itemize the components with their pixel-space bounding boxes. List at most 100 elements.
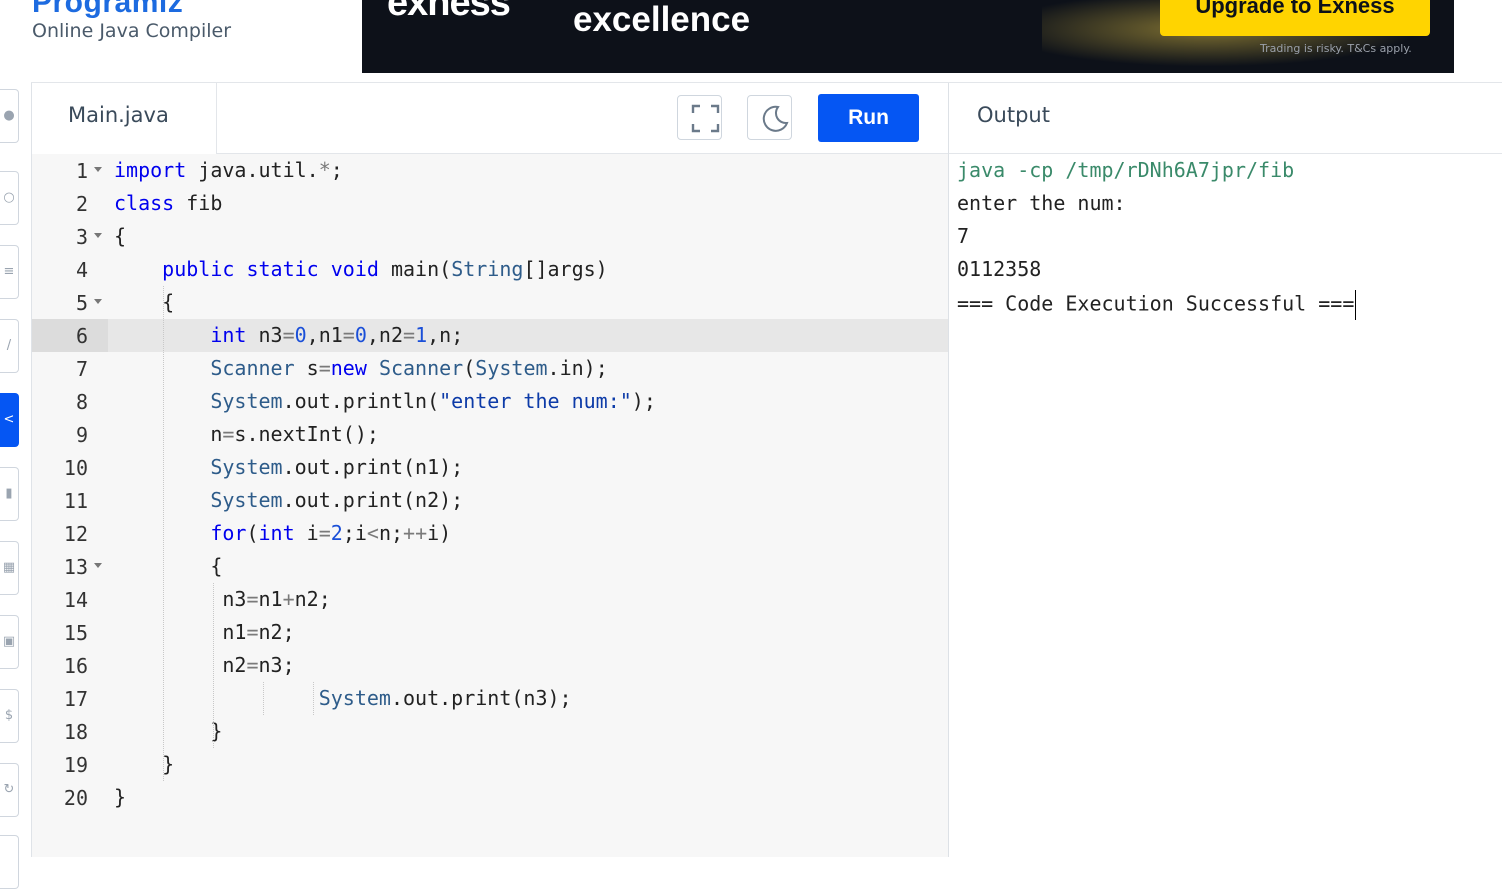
code-text: { bbox=[114, 554, 223, 578]
ad-disclaimer: Trading is risky. T&Cs apply. bbox=[1260, 42, 1412, 55]
code-line[interactable]: 16 n2=n3; bbox=[32, 649, 948, 682]
code-text: public static void main(String[]args) bbox=[162, 257, 608, 281]
line-number-label: 16 bbox=[63, 654, 88, 678]
code-line[interactable]: 13 { bbox=[32, 550, 948, 583]
code-line[interactable]: 5 { bbox=[32, 286, 948, 319]
text-cursor bbox=[1355, 290, 1357, 320]
code-line[interactable]: 6 int n3=0,n1=0,n2=1,n; bbox=[32, 319, 948, 352]
code-line[interactable]: 4 public static void main(String[]args) bbox=[32, 253, 948, 286]
line-number-label: 17 bbox=[63, 687, 88, 711]
line-number: 7 bbox=[32, 352, 108, 385]
line-number: 2 bbox=[32, 187, 108, 220]
line-number: 3 bbox=[32, 220, 108, 253]
output-status-line[interactable]: === Code Execution Successful === bbox=[957, 290, 1357, 320]
line-number: 6 bbox=[32, 319, 108, 352]
code-text: System.out.print(n1); bbox=[210, 455, 464, 479]
code-line[interactable]: 15 n1=n2; bbox=[32, 616, 948, 649]
file-icon[interactable]: ≡ bbox=[0, 245, 19, 299]
line-number-label: 14 bbox=[63, 588, 88, 612]
line-number-label: 10 bbox=[63, 456, 88, 480]
line-number: 9 bbox=[32, 418, 108, 451]
output-header: Output bbox=[949, 83, 1502, 154]
code-text: for(int i=2;i<n;++i) bbox=[210, 521, 452, 545]
indent-guide bbox=[263, 682, 264, 715]
output-line: 0112358 bbox=[957, 257, 1042, 281]
theme-toggle-button[interactable] bbox=[747, 95, 792, 140]
line-number-label: 19 bbox=[63, 753, 88, 777]
code-text: n2=n3; bbox=[114, 653, 295, 677]
code-text: System.out.print(n2); bbox=[210, 488, 464, 512]
code-line[interactable]: 1 import java.util.*; bbox=[32, 154, 948, 187]
ad-brand-logo: exness bbox=[387, 0, 511, 24]
python-icon[interactable]: ● bbox=[0, 89, 19, 143]
line-number: 12 bbox=[32, 517, 108, 550]
code-line[interactable]: 8 System.out.println("enter the num:"); bbox=[32, 385, 948, 418]
code-line[interactable]: 11 System.out.print(n2); bbox=[32, 484, 948, 517]
line-number-label: 20 bbox=[63, 786, 88, 810]
code-line[interactable]: 12 for(int i=2;i<n;++i) bbox=[32, 517, 948, 550]
line-number: 17 bbox=[32, 682, 108, 715]
fold-arrow-icon[interactable] bbox=[94, 233, 102, 238]
code-text: n=s.nextInt(); bbox=[114, 422, 379, 446]
code-line[interactable]: 9 n=s.nextInt(); bbox=[32, 418, 948, 451]
fold-arrow-icon[interactable] bbox=[94, 299, 102, 304]
code-line[interactable]: 17 System.out.print(n3); bbox=[32, 682, 948, 715]
ad-tagline: excellence bbox=[573, 0, 751, 39]
link-icon[interactable]: ↻ bbox=[0, 763, 19, 817]
edit-icon[interactable]: / bbox=[0, 319, 19, 373]
code-icon[interactable]: ▮ bbox=[0, 467, 19, 521]
line-number-label: 12 bbox=[63, 522, 88, 546]
code-text: System.out.println("enter the num:"); bbox=[210, 389, 656, 413]
site-logo[interactable]: Programiz bbox=[32, 0, 183, 20]
code-text: { bbox=[114, 224, 127, 248]
code-line[interactable]: 18 } bbox=[32, 715, 948, 748]
code-text: } bbox=[114, 752, 175, 776]
fold-arrow-icon[interactable] bbox=[94, 563, 102, 568]
code-text: System.out.print(n3); bbox=[318, 686, 572, 710]
indent-guide bbox=[213, 583, 214, 748]
code-line[interactable]: 10 System.out.print(n1); bbox=[32, 451, 948, 484]
code-line[interactable]: 7 Scanner s=new Scanner(System.in); bbox=[32, 352, 948, 385]
code-line[interactable]: 2 class fib bbox=[32, 187, 948, 220]
code-line[interactable]: 14 n3=n1+n2; bbox=[32, 583, 948, 616]
tab-main-java[interactable]: Main.java bbox=[32, 83, 217, 153]
more-icon[interactable] bbox=[0, 835, 19, 889]
indent-guide bbox=[163, 286, 164, 781]
ad-banner[interactable]: exness excellence Upgrade to Exness Trad… bbox=[362, 0, 1454, 73]
search-icon[interactable]: ○ bbox=[0, 171, 19, 225]
moon-icon bbox=[762, 105, 789, 132]
line-number: 4 bbox=[32, 253, 108, 286]
line-number-label: 5 bbox=[75, 291, 88, 315]
line-number-label: 2 bbox=[75, 192, 88, 216]
fullscreen-button[interactable] bbox=[677, 95, 722, 140]
line-number-label: 3 bbox=[75, 225, 88, 249]
line-number: 15 bbox=[32, 616, 108, 649]
line-number: 11 bbox=[32, 484, 108, 517]
run-button[interactable]: Run bbox=[818, 94, 919, 142]
code-text: import java.util.*; bbox=[114, 158, 343, 182]
java-icon[interactable]: < bbox=[0, 393, 19, 447]
code-line[interactable]: 19 } bbox=[32, 748, 948, 781]
code-text: int n3=0,n1=0,n2=1,n; bbox=[210, 323, 464, 347]
panel-divider[interactable] bbox=[948, 83, 949, 857]
fold-arrow-icon[interactable] bbox=[94, 167, 102, 172]
language-sidebar: ● ○ ≡ / < ▮ ▦ ▣ $ ↻ bbox=[0, 83, 32, 889]
js-icon[interactable]: ▣ bbox=[0, 615, 19, 669]
line-number-label: 15 bbox=[63, 621, 88, 645]
output-title: Output bbox=[977, 103, 1050, 127]
line-number: 14 bbox=[32, 583, 108, 616]
code-line[interactable]: 3{ bbox=[32, 220, 948, 253]
dollar-icon[interactable]: $ bbox=[0, 689, 19, 743]
ad-cta-button[interactable]: Upgrade to Exness bbox=[1160, 0, 1430, 36]
code-text: class fib bbox=[114, 191, 223, 215]
html-icon[interactable]: ▦ bbox=[0, 541, 19, 595]
code-editor[interactable]: 1 import java.util.*; 2 class fib 3{4 public… bbox=[32, 154, 948, 857]
code-text: } bbox=[114, 785, 127, 809]
line-number-label: 6 bbox=[75, 324, 88, 348]
code-line[interactable]: 20} bbox=[32, 781, 948, 814]
line-number: 13 bbox=[32, 550, 108, 583]
line-number-label: 13 bbox=[63, 555, 88, 579]
line-number: 8 bbox=[32, 385, 108, 418]
line-number: 16 bbox=[32, 649, 108, 682]
line-number: 19 bbox=[32, 748, 108, 781]
